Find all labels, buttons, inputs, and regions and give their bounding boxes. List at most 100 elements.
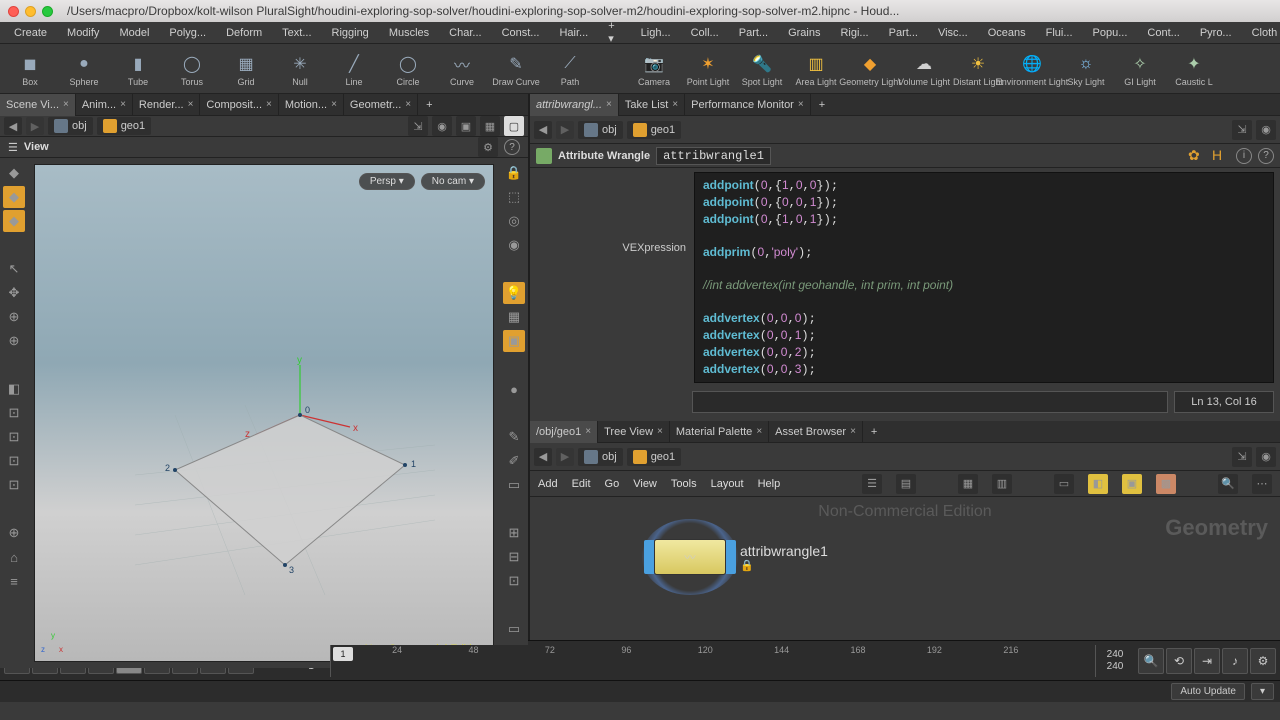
tab-attribwrangl-[interactable]: attribwrangl...× — [530, 94, 619, 116]
net-menu-help[interactable]: Help — [758, 478, 781, 490]
parm-back-button[interactable]: ◀ — [534, 121, 552, 139]
template-button[interactable]: ▦ — [480, 116, 500, 136]
parm-pin-button[interactable]: ⇲ — [1232, 120, 1252, 140]
display-button[interactable]: ▢ — [504, 116, 524, 136]
net-menu-go[interactable]: Go — [605, 478, 620, 490]
ltool-17[interactable]: ≡ — [3, 570, 25, 592]
menu-deform[interactable]: Deform — [216, 24, 272, 42]
ltool-3[interactable] — [3, 234, 25, 256]
rtool-3[interactable]: ◉ — [503, 234, 525, 256]
menu-char...[interactable]: Char... — [439, 24, 491, 42]
menu-pyro...[interactable]: Pyro... — [1190, 24, 1242, 42]
tab-motion-[interactable]: Motion...× — [279, 94, 344, 116]
view-menu-icon[interactable]: ☰ — [8, 141, 18, 154]
wireframe-button[interactable]: ◉ — [432, 116, 452, 136]
menu-cont...[interactable]: Cont... — [1137, 24, 1189, 42]
ltool-12[interactable]: ⊡ — [3, 450, 25, 472]
parm-help-button[interactable]: ? — [1258, 148, 1274, 164]
view-opts-button[interactable]: ⚙ — [478, 137, 498, 157]
rtool-14[interactable] — [503, 498, 525, 520]
shelf-torus[interactable]: ◯Torus — [168, 51, 216, 87]
shelf-volume-light[interactable]: ☁Volume Light — [900, 51, 948, 87]
net-tree-icon[interactable]: ▤ — [896, 474, 916, 494]
net-opts-icon[interactable]: ⋯ — [1252, 474, 1272, 494]
nav-back-button[interactable]: ◀ — [4, 117, 22, 135]
shelf-geometry-light[interactable]: ◆Geometry Light — [846, 51, 894, 87]
net-sticky-icon[interactable]: ◧ — [1088, 474, 1108, 494]
menu-visc...[interactable]: Visc... — [928, 24, 978, 42]
tab-close-icon[interactable]: × — [672, 99, 678, 110]
shelf-environment-light[interactable]: 🌐Environment Light — [1008, 51, 1056, 87]
shelf-box[interactable]: ◼Box — [6, 51, 54, 87]
window-minimize-button[interactable] — [25, 6, 36, 17]
auto-update-button[interactable]: Auto Update — [1171, 683, 1245, 700]
shelf-spot-light[interactable]: 🔦Spot Light — [738, 51, 786, 87]
menu-oceans[interactable]: Oceans — [978, 24, 1036, 42]
net-note-icon[interactable]: ▭ — [1054, 474, 1074, 494]
tab-close-icon[interactable]: × — [266, 99, 272, 110]
parm-gear-icon[interactable]: ✿ — [1188, 147, 1206, 165]
network-view[interactable]: Non-Commercial Edition Geometry 〰 attrib… — [530, 497, 1280, 640]
path-node[interactable]: geo1 — [97, 117, 151, 135]
loop-button[interactable]: ⟲ — [1166, 648, 1192, 674]
timeline-track[interactable]: 1 24487296120144168192216 — [330, 645, 1096, 677]
tab-close-icon[interactable]: × — [798, 99, 804, 110]
ltool-7[interactable]: ⊕ — [3, 330, 25, 352]
rtool-7[interactable]: ▣ — [503, 330, 525, 352]
rtool-17[interactable]: ⊡ — [503, 570, 525, 592]
menu-ligh...[interactable]: Ligh... — [631, 24, 681, 42]
menu-coll...[interactable]: Coll... — [681, 24, 729, 42]
parm-info-button[interactable]: i — [1236, 148, 1252, 164]
tab-close-icon[interactable]: × — [120, 99, 126, 110]
rtool-4[interactable] — [503, 258, 525, 280]
net-search-icon[interactable]: 🔍 — [1218, 474, 1238, 494]
ltool-13[interactable]: ⊡ — [3, 474, 25, 496]
rtool-10[interactable] — [503, 402, 525, 424]
ltool-11[interactable]: ⊡ — [3, 426, 25, 448]
rtool-9[interactable]: ● — [503, 378, 525, 400]
net-image-icon[interactable]: ▩ — [1156, 474, 1176, 494]
shelf-caustic-l[interactable]: ✦Caustic L — [1170, 51, 1218, 87]
menu-rigging[interactable]: Rigging — [322, 24, 379, 42]
tab-close-icon[interactable]: × — [188, 99, 194, 110]
shelf-point-light[interactable]: ✶Point Light — [684, 51, 732, 87]
tab-close-icon[interactable]: × — [850, 426, 856, 437]
audio-button[interactable]: ♪ — [1222, 648, 1248, 674]
ltool-4[interactable]: ↖ — [3, 258, 25, 280]
tab-scene-vi-[interactable]: Scene Vi...× — [0, 94, 76, 116]
window-close-button[interactable] — [8, 6, 19, 17]
net-grid-icon[interactable]: ▦ — [958, 474, 978, 494]
net-menu-edit[interactable]: Edit — [572, 478, 591, 490]
net-box-icon[interactable]: ▣ — [1122, 474, 1142, 494]
ltool-6[interactable]: ⊕ — [3, 306, 25, 328]
rtool-6[interactable]: ▦ — [503, 306, 525, 328]
ltool-14[interactable] — [3, 498, 25, 520]
shelf-gi-light[interactable]: ✧GI Light — [1116, 51, 1164, 87]
net-menu-layout[interactable]: Layout — [711, 478, 744, 490]
shelf-add-left[interactable]: + ▾ — [600, 17, 622, 48]
node-body[interactable]: 〰 — [654, 539, 726, 575]
menu-polyg...[interactable]: Polyg... — [159, 24, 216, 42]
global-anim-button[interactable]: ⚙ — [1250, 648, 1276, 674]
tab-tree-view[interactable]: Tree View× — [598, 421, 670, 443]
rtool-16[interactable]: ⊟ — [503, 546, 525, 568]
menu-text...[interactable]: Text... — [272, 24, 321, 42]
parm-path-node[interactable]: geo1 — [627, 121, 681, 139]
rtool-18[interactable] — [503, 594, 525, 616]
window-maximize-button[interactable] — [42, 6, 53, 17]
update-menu-button[interactable]: ▾ — [1251, 683, 1274, 700]
render-flag[interactable] — [726, 540, 736, 574]
parm-fwd-button[interactable]: ▶ — [556, 121, 574, 139]
tab-close-icon[interactable]: × — [405, 99, 411, 110]
ltool-1[interactable]: ◆ — [3, 186, 25, 208]
menu-rigi...[interactable]: Rigi... — [830, 24, 878, 42]
tab-close-icon[interactable]: × — [606, 99, 612, 110]
tab-close-icon[interactable]: × — [585, 426, 591, 437]
ltool-15[interactable]: ⊕ — [3, 522, 25, 544]
shelf-line[interactable]: ╱Line — [330, 51, 378, 87]
shelf-area-light[interactable]: ▥Area Light — [792, 51, 840, 87]
menu-model[interactable]: Model — [109, 24, 159, 42]
tab-close-icon[interactable]: × — [657, 426, 663, 437]
ltool-5[interactable]: ✥ — [3, 282, 25, 304]
net-path-node[interactable]: geo1 — [627, 448, 681, 466]
